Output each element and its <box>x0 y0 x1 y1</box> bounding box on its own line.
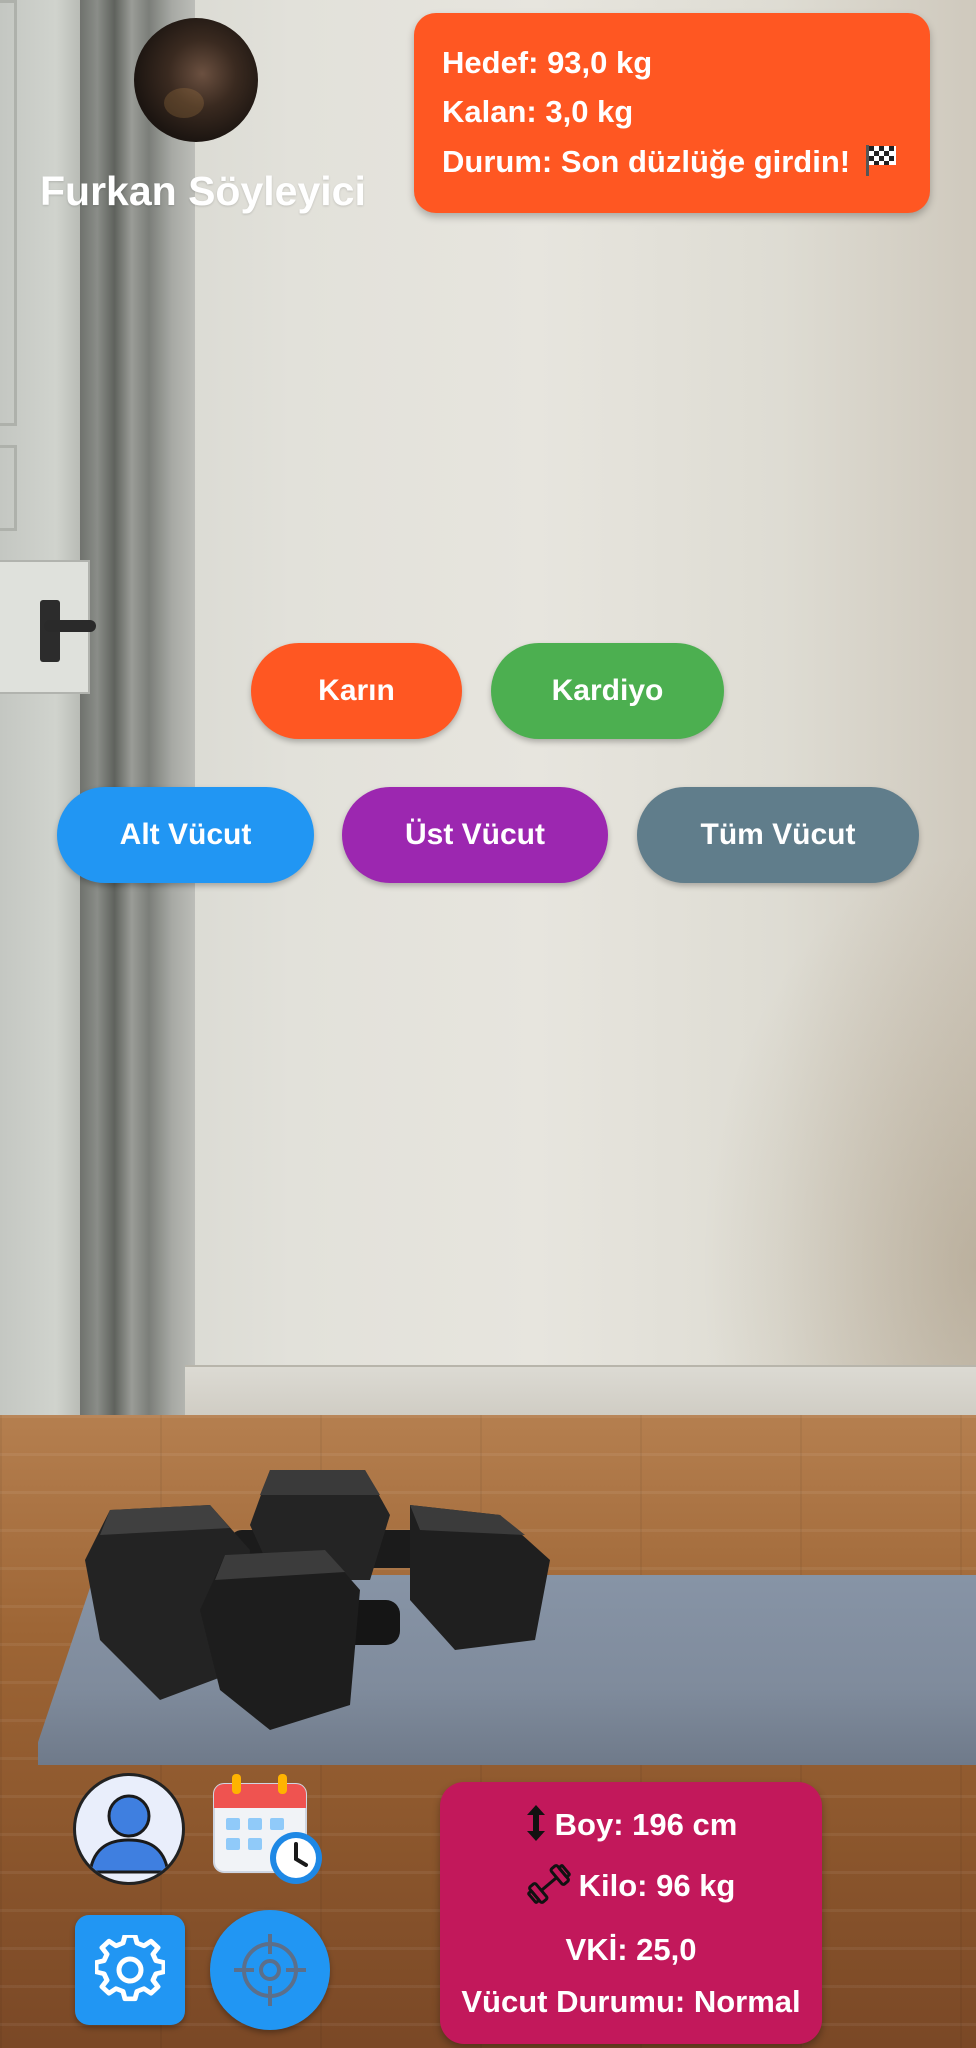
weight-text: Kilo: 96 kg <box>578 1868 736 1904</box>
crosshair-target-icon <box>234 1934 306 2006</box>
category-button-tum-vucut[interactable]: Tüm Vücut <box>637 787 919 883</box>
bmi-text: VKİ: 25,0 <box>565 1932 697 1967</box>
checkered-flag-icon <box>863 143 899 185</box>
gear-icon <box>95 1935 165 2002</box>
calendar-button[interactable] <box>210 1772 328 1890</box>
category-button-alt-vucut[interactable]: Alt Vücut <box>57 787 314 883</box>
app-screen: Furkan Söyleyici Hedef: 93,0 kg Kalan: 3… <box>0 0 976 2048</box>
user-name: Furkan Söyleyici <box>40 168 366 214</box>
avatar[interactable] <box>134 18 258 142</box>
height-text: Boy: 196 cm <box>554 1807 738 1843</box>
category-button-karin[interactable]: Karın <box>251 643 462 739</box>
calendar-clock-icon <box>213 1774 322 1884</box>
background-wall-shade <box>700 850 976 1370</box>
body-stats-card: Boy: 196 cm Kilo: 96 kg VKİ: 25,0 Vücut … <box>440 1782 822 2044</box>
user-profile-icon <box>88 1794 170 1874</box>
target-button[interactable] <box>210 1910 330 2030</box>
goal-remaining-text: Kalan: 3,0 kg <box>442 94 634 129</box>
settings-button[interactable] <box>75 1915 185 2025</box>
dumbbell-icon <box>526 1862 571 1914</box>
goal-status-text: Durum: Son düzlüğe girdin! <box>442 144 851 180</box>
body-status-text: Vücut Durumu: Normal <box>461 1984 801 2019</box>
background-baseboard <box>185 1365 976 1419</box>
height-row: Boy: 196 cm <box>440 1804 822 1850</box>
background-door-handle <box>44 620 96 632</box>
goal-target-text: Hedef: 93,0 kg <box>442 45 653 80</box>
goal-card: Hedef: 93,0 kg Kalan: 3,0 kg Durum: Son … <box>414 13 930 213</box>
background-dumbbells-image <box>85 1470 550 1730</box>
category-button-kardiyo[interactable]: Kardiyo <box>491 643 724 739</box>
profile-button[interactable] <box>73 1773 185 1885</box>
category-button-ust-vucut[interactable]: Üst Vücut <box>342 787 608 883</box>
weight-row: Kilo: 96 kg <box>440 1862 822 1914</box>
vertical-arrows-icon <box>525 1804 547 1850</box>
goal-status-row: Durum: Son düzlüğe girdin! <box>442 143 930 192</box>
